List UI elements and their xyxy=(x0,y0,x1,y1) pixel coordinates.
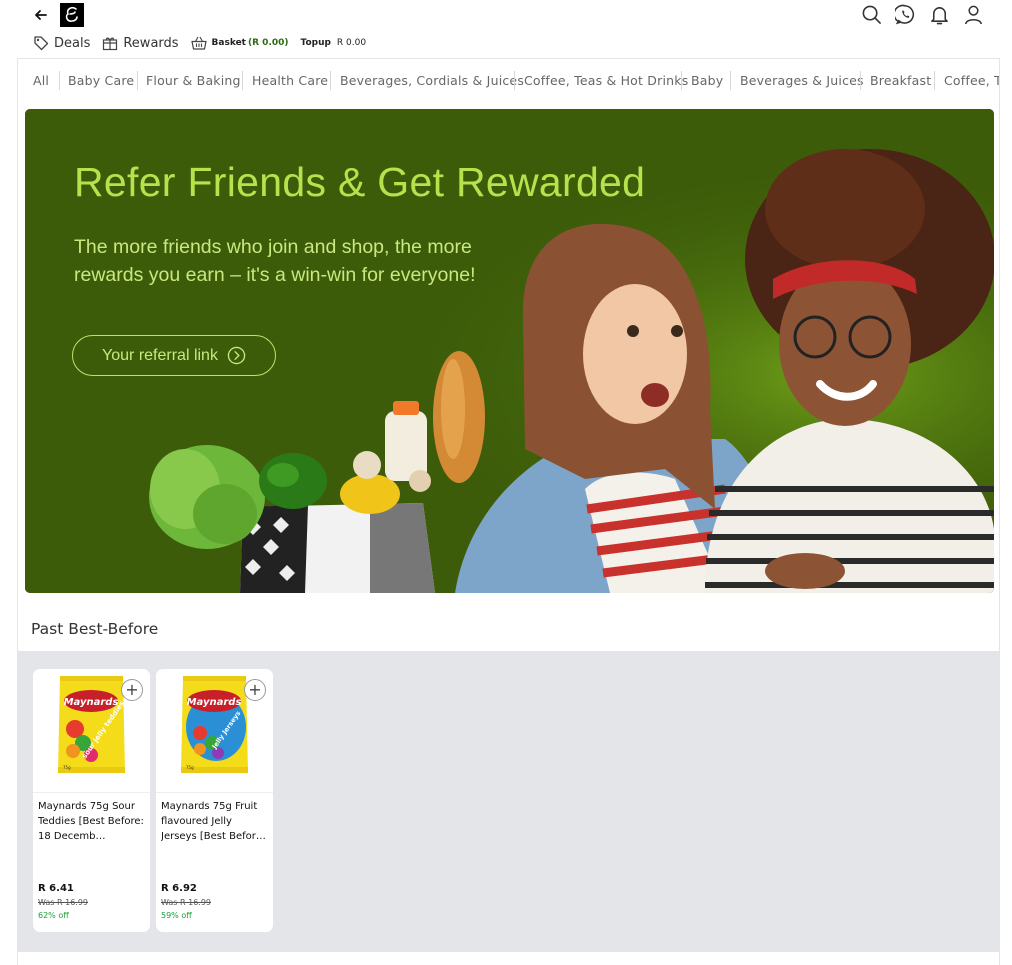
category-coffee-truncated[interactable]: Coffee, Te xyxy=(944,73,999,88)
product-price: R 6.41 xyxy=(38,883,74,894)
sub-navigation: Deals Rewards Basket (R 0.00) Topup R 0.… xyxy=(33,34,378,52)
category-all[interactable]: All xyxy=(33,73,49,88)
user-icon[interactable] xyxy=(963,4,984,25)
section-divider xyxy=(18,951,999,952)
category-health-care[interactable]: Health Care xyxy=(252,73,328,88)
plus-icon: + xyxy=(125,679,139,699)
product-was-price: Was R 16.99 xyxy=(38,898,89,907)
svg-text:75g: 75g xyxy=(63,765,71,770)
gift-icon xyxy=(103,37,118,51)
topup-amount: R 0.00 xyxy=(336,38,367,48)
category-baby-care[interactable]: Baby Care xyxy=(68,73,134,88)
deals-link[interactable]: Deals xyxy=(33,35,90,51)
topup-label: Topup xyxy=(300,38,331,48)
product-discount: 59% off xyxy=(161,911,192,920)
category-baby[interactable]: Baby xyxy=(691,73,723,88)
whatsapp-icon[interactable] xyxy=(895,4,916,25)
topup-link[interactable]: Topup R 0.00 xyxy=(301,38,367,48)
category-beverages-cordials-juices[interactable]: Beverages, Cordials & Juices xyxy=(340,73,524,88)
plus-icon: + xyxy=(248,679,262,699)
bell-icon[interactable] xyxy=(929,4,950,25)
brand-logo[interactable] xyxy=(60,3,84,27)
main-panel: All Baby Care Flour & Baking Health Care… xyxy=(17,58,1000,965)
category-breakfast[interactable]: Breakfast xyxy=(870,73,931,88)
basket-link[interactable]: Basket (R 0.00) xyxy=(190,35,289,51)
basket-amount: (R 0.00) xyxy=(248,38,289,48)
product-was-price: Was R 16.99 xyxy=(161,898,212,907)
product-discount: 62% off xyxy=(38,911,69,920)
pack-brand-text: Maynards xyxy=(64,697,119,708)
pack-brand-text: Maynards xyxy=(187,697,242,708)
rewards-link[interactable]: Rewards xyxy=(102,35,179,51)
banner-subtitle: The more friends who join and shop, the … xyxy=(74,236,476,286)
category-bar: All Baby Care Flour & Baking Health Care… xyxy=(18,59,999,104)
product-name: Maynards 75g Sour Teddies [Best Before: … xyxy=(38,801,144,842)
product-price: R 6.92 xyxy=(161,883,197,894)
category-beverages-juices[interactable]: Beverages & Juices xyxy=(740,73,864,88)
product-name: Maynards 75g Fruit flavoured Jelly Jerse… xyxy=(161,801,266,842)
referral-banner[interactable]: Refer Friends & Get Rewarded The more fr… xyxy=(25,109,994,593)
referral-link-button[interactable]: Your referral link xyxy=(72,335,276,376)
search-icon[interactable] xyxy=(861,4,882,25)
back-arrow-icon[interactable] xyxy=(32,6,50,24)
banner-title: Refer Friends & Get Rewarded xyxy=(74,159,646,205)
section-title: Past Best-Before xyxy=(31,620,159,638)
category-coffee-teas-hot-drinks[interactable]: Coffee, Teas & Hot Drinks xyxy=(524,73,688,88)
basket-label: Basket xyxy=(211,38,246,48)
referral-link-label: Your referral link xyxy=(102,346,218,364)
top-bar: Deals Rewards Basket (R 0.00) Topup R 0.… xyxy=(0,0,1012,58)
deals-label: Deals xyxy=(54,35,91,51)
basket-icon xyxy=(190,36,207,50)
add-to-basket-button[interactable]: + xyxy=(244,679,266,701)
product-card[interactable]: Maynards Jelly Jerseys 75g + Maynards 75… xyxy=(156,669,273,932)
tag-icon xyxy=(34,36,49,51)
product-list: Maynards sour jelly teddies 75g + Maynar… xyxy=(18,651,999,951)
product-card[interactable]: Maynards sour jelly teddies 75g + Maynar… xyxy=(33,669,150,932)
chevron-right-circle-icon xyxy=(227,346,246,365)
svg-text:75g: 75g xyxy=(186,765,194,770)
add-to-basket-button[interactable]: + xyxy=(121,679,143,701)
rewards-label: Rewards xyxy=(123,35,179,51)
category-flour-baking[interactable]: Flour & Baking xyxy=(146,73,241,88)
